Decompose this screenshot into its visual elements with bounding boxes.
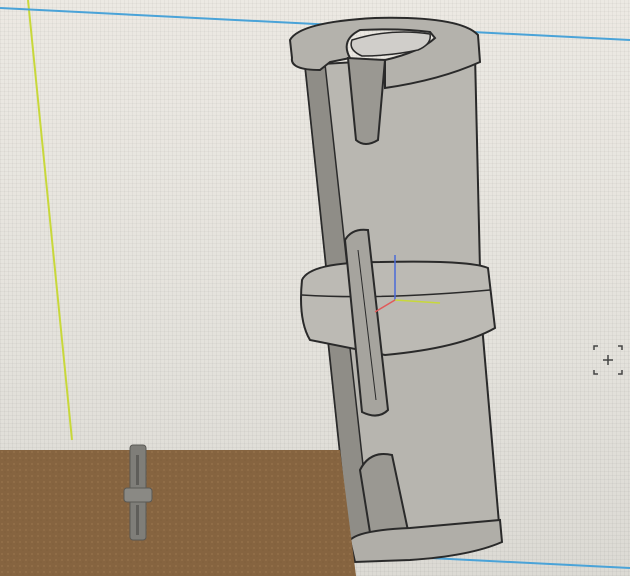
crosshair-select-icon — [593, 345, 623, 375]
pin-middle-collar — [300, 260, 497, 357]
viewport-canvas[interactable] — [0, 0, 630, 576]
y-axis-line — [27, 0, 73, 441]
foreground-table-texture — [0, 450, 356, 576]
3d-viewport[interactable] — [0, 0, 630, 576]
